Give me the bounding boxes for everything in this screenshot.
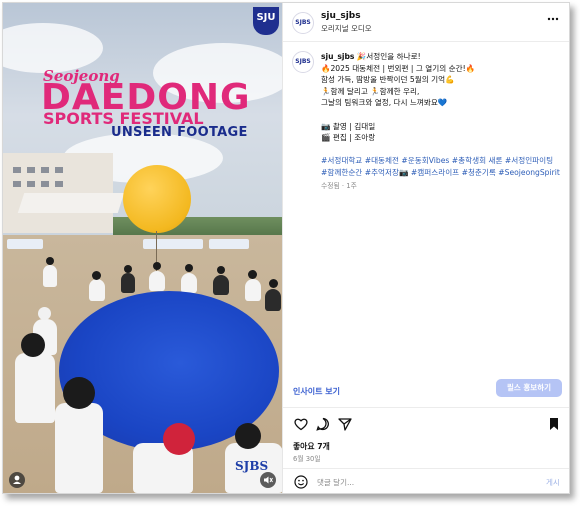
caption-avatar-text: SJBS <box>295 58 311 65</box>
mute-icon[interactable] <box>260 472 276 488</box>
share-icon[interactable] <box>337 416 353 432</box>
tagged-user-icon[interactable] <box>9 472 25 488</box>
grandstand-canopy <box>17 193 125 213</box>
video-title-unseen-footage: UNSEEN FOOTAGE <box>111 125 248 140</box>
comment-icon[interactable] <box>315 416 331 432</box>
yellow-balloon <box>123 165 191 233</box>
sjbs-watermark: SJBS <box>235 459 269 473</box>
caption-line: 🔥2025 대동체전 | 번외편 | 그 열기의 순간!🔥 <box>321 63 476 73</box>
post-date: 6월 30일 <box>293 455 321 463</box>
post-details-panel: SJBS sju_sjbs 오리지널 오디오 SJBS sju_sjbs 🎉서정… <box>282 3 569 493</box>
caption-line: 🏃함께 달리고 🏃함께한 우리, <box>321 86 420 96</box>
caption-avatar[interactable]: SJBS <box>292 51 314 73</box>
caption-line: 🎉서정인을 하나로! <box>356 52 421 61</box>
avatar[interactable]: SJBS <box>292 12 314 34</box>
post-meta: 수정됨 · 1주 <box>321 181 357 190</box>
more-options-icon[interactable] <box>547 13 559 28</box>
caption: sju_sjbs 🎉서정인을 하나로! 🔥2025 대동체전 | 번외편 | 그… <box>321 51 561 192</box>
post-header: SJBS sju_sjbs 오리지널 오디오 <box>283 3 569 42</box>
caption-line: 함성 가득, 땀방울 반짝이던 5월의 기억💪 <box>321 75 455 85</box>
post-comment-button[interactable]: 게시 <box>546 477 560 488</box>
view-insights-link[interactable]: 인사이트 보기 <box>293 386 340 397</box>
heart-icon[interactable] <box>293 416 309 432</box>
action-bar: 좋아요 7개 6월 30일 게시 <box>283 407 569 493</box>
comment-row: 게시 <box>283 468 569 493</box>
likes-count[interactable]: 좋아요 7개 <box>293 441 330 452</box>
reel-video[interactable]: Seojeong DAEDONG SPORTS FESTIVAL UNSEEN … <box>3 3 282 493</box>
audio-link[interactable]: 오리지널 오디오 <box>321 23 372 34</box>
hashtags[interactable]: #서정대학교 #대동체전 #운동회Vibes #총학생회 새론 #서정인파이팅 … <box>321 155 561 178</box>
credit-line: 📷 촬영 | 김대일 <box>321 121 376 131</box>
username-link[interactable]: sju_sjbs <box>321 11 361 21</box>
comment-input[interactable] <box>315 477 499 488</box>
credit-line: 🎬 편집 | 조아랑 <box>321 133 376 143</box>
emoji-icon[interactable] <box>293 474 309 490</box>
post-window: Seojeong DAEDONG SPORTS FESTIVAL UNSEEN … <box>2 2 570 494</box>
caption-username[interactable]: sju_sjbs <box>321 52 354 61</box>
tent <box>209 239 249 249</box>
tent <box>7 239 43 249</box>
sju-logo: SJU <box>253 7 279 35</box>
caption-line: 그날의 팀워크와 열정, 다시 느껴봐요💙 <box>321 98 448 108</box>
boost-reel-button[interactable]: 릴스 홍보하기 <box>496 379 562 397</box>
sju-logo-text: SJU <box>256 12 276 23</box>
avatar-text: SJBS <box>295 19 311 26</box>
bookmark-icon[interactable] <box>546 416 562 432</box>
tent <box>143 239 203 249</box>
